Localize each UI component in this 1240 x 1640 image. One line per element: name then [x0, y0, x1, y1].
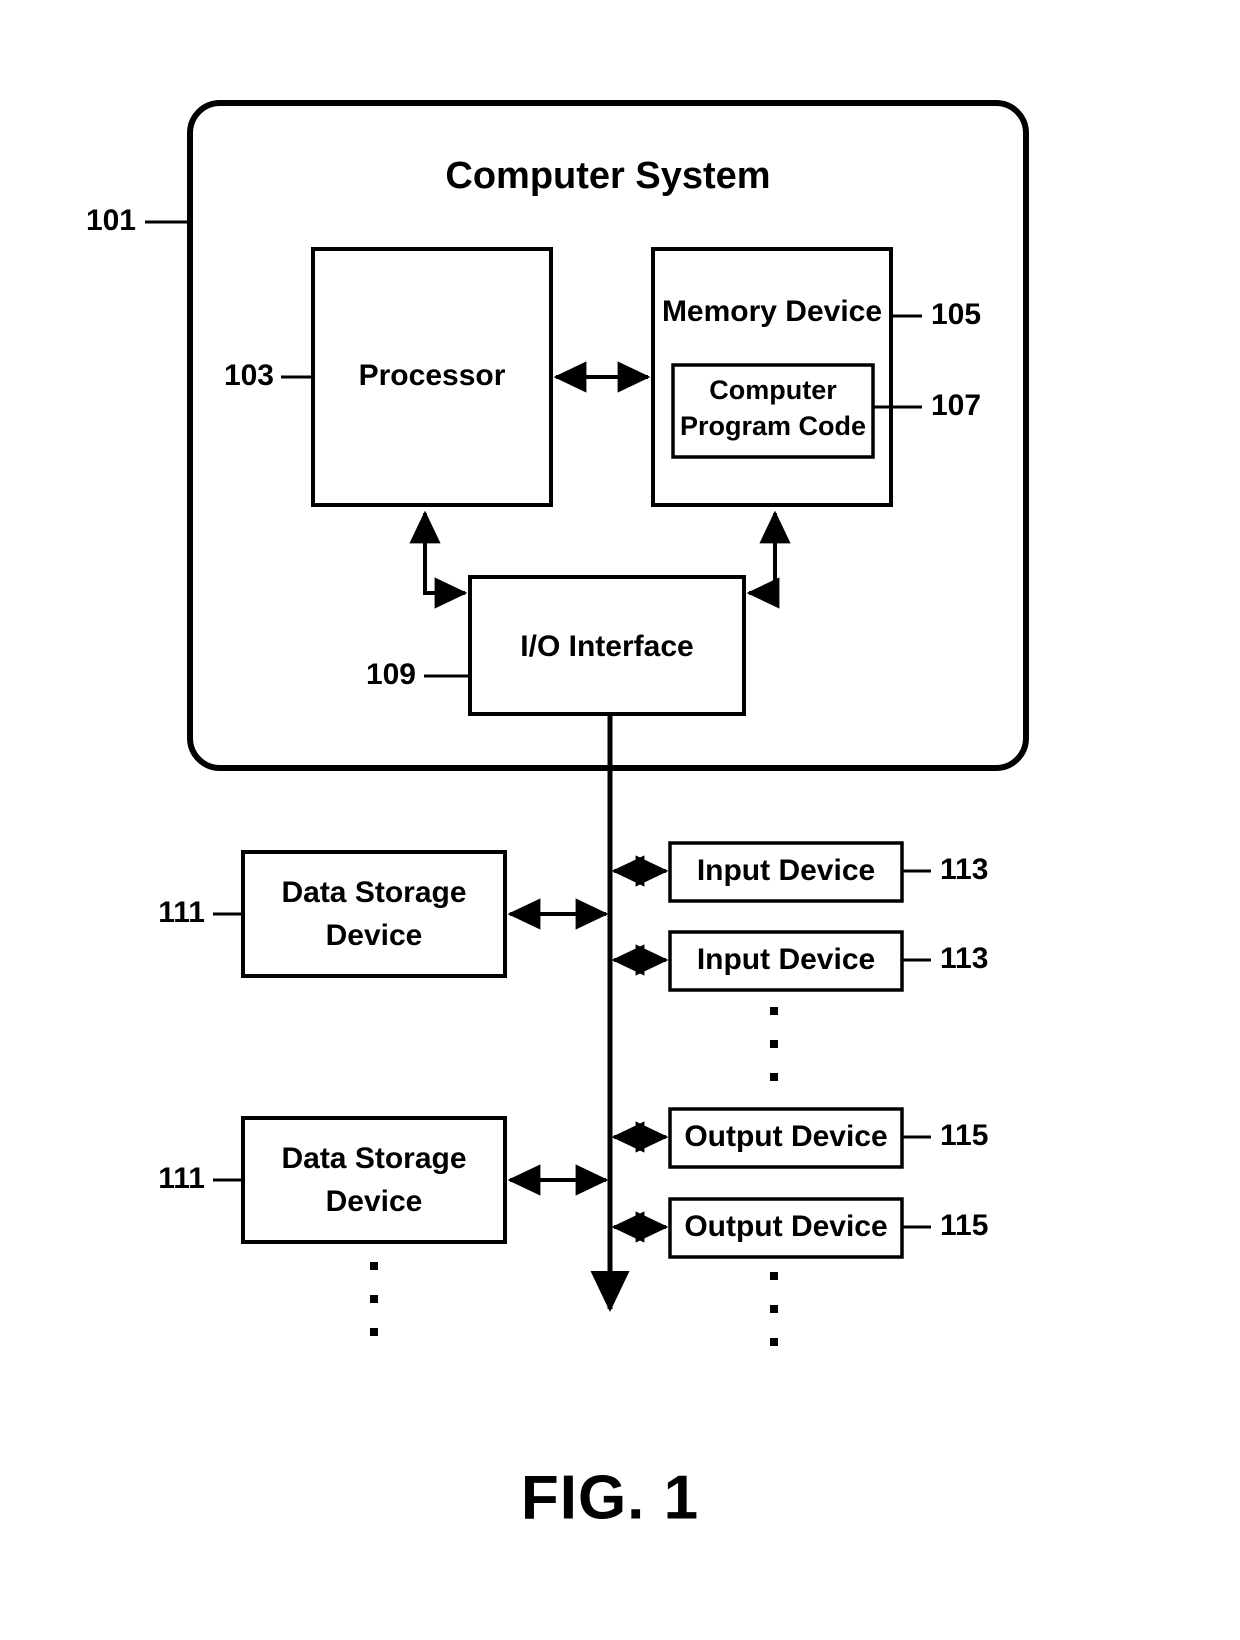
- computer-program-code-label-line2: Program Code: [680, 411, 866, 441]
- input-device-1-label: Input Device: [697, 854, 875, 887]
- io-interface-label: I/O Interface: [520, 630, 693, 663]
- input-devices-ellipsis: [770, 1007, 778, 1081]
- data-storage-device-box-2[interactable]: [241, 1116, 507, 1244]
- data-storage-device-2-label-line1: Data Storage: [281, 1142, 466, 1175]
- ref-101-label: 101: [86, 204, 136, 237]
- ref-113-label-2: 113: [940, 942, 988, 975]
- ref-115-label-1: 115: [940, 1119, 988, 1152]
- ref-109-label: 109: [366, 658, 416, 691]
- output-device-2-label: Output Device: [684, 1210, 887, 1243]
- ref-107-label: 107: [931, 389, 981, 422]
- computer-system-title: Computer System: [445, 155, 770, 197]
- computer-system-block-diagram: Computer System 101 Processor 103 Memory…: [86, 100, 1029, 1532]
- data-storage-device-box-1[interactable]: [241, 850, 507, 978]
- ref-113-label-1: 113: [940, 853, 988, 886]
- ref-103-label: 103: [224, 359, 274, 392]
- ref-111-label-2: 111: [158, 1162, 205, 1195]
- figure-caption: FIG. 1: [521, 1463, 699, 1532]
- ref-111-label-1: 111: [158, 896, 205, 929]
- ref-115-label-2: 115: [940, 1209, 988, 1242]
- data-storage-device-2-label-line2: Device: [326, 1185, 423, 1218]
- processor-label: Processor: [359, 359, 506, 392]
- data-storage-devices-ellipsis: [370, 1262, 378, 1336]
- data-storage-device-1-label-line2: Device: [326, 919, 423, 952]
- computer-program-code-label-line1: Computer: [709, 375, 837, 405]
- output-devices-ellipsis: [770, 1272, 778, 1346]
- patent-figure: Computer System 101 Processor 103 Memory…: [0, 0, 1240, 1640]
- ref-105-label: 105: [931, 298, 981, 331]
- input-device-2-label: Input Device: [697, 943, 875, 976]
- data-storage-device-1-label-line1: Data Storage: [281, 876, 466, 909]
- memory-device-label: Memory Device: [662, 295, 882, 328]
- output-device-1-label: Output Device: [684, 1120, 887, 1153]
